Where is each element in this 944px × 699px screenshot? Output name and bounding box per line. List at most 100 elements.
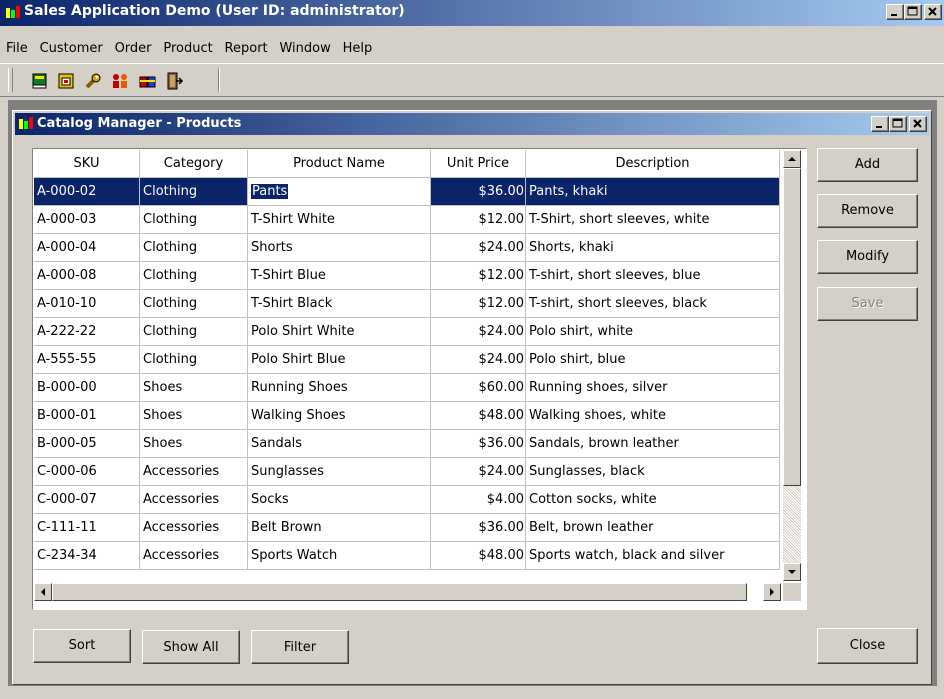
cell-product-name[interactable]: Socks [248, 486, 431, 514]
cell-unit-price[interactable]: $36.00 [431, 514, 526, 542]
cell-unit-price[interactable]: $24.00 [431, 318, 526, 346]
cell-unit-price[interactable]: $60.00 [431, 374, 526, 402]
app-titlebar[interactable]: Sales Application Demo (User ID: adminis… [0, 0, 944, 26]
scroll-left-button[interactable] [34, 583, 52, 601]
add-button[interactable]: Add [817, 148, 918, 182]
book-icon[interactable] [30, 71, 50, 91]
table-row[interactable]: C-234-34 Accessories Sports Watch $48.00 Spo… [34, 542, 780, 570]
cell-unit-price[interactable]: $12.00 [431, 206, 526, 234]
menu-window[interactable]: Window [275, 38, 334, 60]
table-row[interactable]: B-000-05 Shoes Sandals $36.00 Sandals, brown… [34, 430, 780, 458]
header-description[interactable]: Description [526, 150, 780, 178]
cell-unit-price[interactable]: $12.00 [431, 262, 526, 290]
scroll-up-button[interactable] [783, 150, 801, 168]
cell-product-name[interactable]: Shorts [248, 234, 431, 262]
cell-product-name[interactable]: Pants [248, 178, 431, 206]
table-row[interactable]: B-000-00 Shoes Running Shoes $60.00 Running … [34, 374, 780, 402]
cell-product-name[interactable]: Belt Brown [248, 514, 431, 542]
menu-product[interactable]: Product [159, 38, 216, 60]
menu-order[interactable]: Order [111, 38, 156, 60]
cell-unit-price[interactable]: $24.00 [431, 234, 526, 262]
cell-sku[interactable]: C-111-11 [34, 514, 140, 542]
menu-customer[interactable]: Customer [36, 38, 107, 60]
cell-unit-price[interactable]: $24.00 [431, 458, 526, 486]
cell-product-name[interactable]: T-Shirt Black [248, 290, 431, 318]
cell-description[interactable]: Running shoes, silver [526, 374, 780, 402]
cell-sku[interactable]: C-000-07 [34, 486, 140, 514]
cell-description[interactable]: Sandals, brown leather [526, 430, 780, 458]
cell-product-name[interactable]: T-Shirt White [248, 206, 431, 234]
cell-category[interactable]: Accessories [140, 542, 248, 570]
cell-category[interactable]: Accessories [140, 514, 248, 542]
table-row[interactable]: C-111-11 Accessories Belt Brown $36.00 Belt,… [34, 514, 780, 542]
header-unit-price[interactable]: Unit Price [431, 150, 526, 178]
close-window-button[interactable]: Close [817, 628, 918, 664]
horizontal-scrollbar[interactable] [34, 583, 781, 601]
cell-description[interactable]: Sports watch, black and silver [526, 542, 780, 570]
table-row[interactable]: B-000-01 Shoes Walking Shoes $48.00 Walking … [34, 402, 780, 430]
calendar-icon[interactable] [56, 71, 76, 91]
header-category[interactable]: Category [140, 150, 248, 178]
cell-unit-price[interactable]: $4.00 [431, 486, 526, 514]
cell-description[interactable]: Walking shoes, white [526, 402, 780, 430]
cell-unit-price[interactable]: $36.00 [431, 430, 526, 458]
cell-category[interactable]: Clothing [140, 234, 248, 262]
cell-category[interactable]: Accessories [140, 458, 248, 486]
menu-report[interactable]: Report [221, 38, 272, 60]
cell-sku[interactable]: C-000-06 [34, 458, 140, 486]
cell-sku[interactable]: A-010-10 [34, 290, 140, 318]
table-row[interactable]: A-555-55 Clothing Polo Shirt Blue $24.00 Pol… [34, 346, 780, 374]
table-row[interactable]: C-000-06 Accessories Sunglasses $24.00 Sungl… [34, 458, 780, 486]
gift-icon[interactable] [138, 71, 158, 91]
cell-category[interactable]: Shoes [140, 374, 248, 402]
cell-product-name[interactable]: Polo Shirt Blue [248, 346, 431, 374]
close-button[interactable] [924, 4, 942, 20]
cell-category[interactable]: Clothing [140, 346, 248, 374]
edit-field-selected-text[interactable]: Pants [251, 184, 289, 199]
cell-unit-price[interactable]: $36.00 [431, 178, 526, 206]
cell-sku[interactable]: B-000-00 [34, 374, 140, 402]
remove-button[interactable]: Remove [817, 194, 918, 228]
cell-description[interactable]: Shorts, khaki [526, 234, 780, 262]
table-row[interactable]: A-000-03 Clothing T-Shirt White $12.00 T-Shi… [34, 206, 780, 234]
cell-description[interactable]: T-Shirt, short sleeves, white [526, 206, 780, 234]
cell-sku[interactable]: A-555-55 [34, 346, 140, 374]
cell-category[interactable]: Clothing [140, 318, 248, 346]
cell-description[interactable]: T-shirt, short sleeves, black [526, 290, 780, 318]
save-button[interactable]: Save [817, 287, 918, 321]
table-row[interactable]: A-000-08 Clothing T-Shirt Blue $12.00 T-shir… [34, 262, 780, 290]
vertical-scrollbar[interactable] [783, 150, 801, 581]
scroll-right-button[interactable] [763, 583, 781, 601]
table-row[interactable]: A-222-22 Clothing Polo Shirt White $24.00 Po… [34, 318, 780, 346]
cell-unit-price[interactable]: $12.00 [431, 290, 526, 318]
cell-description[interactable]: Sunglasses, black [526, 458, 780, 486]
products-grid[interactable]: SKU Category Product Name Unit Price Des… [32, 148, 807, 610]
child-minimize-button[interactable] [871, 116, 889, 132]
cell-product-name[interactable]: Sunglasses [248, 458, 431, 486]
cell-product-name[interactable]: Sandals [248, 430, 431, 458]
people-icon[interactable] [110, 71, 130, 91]
cell-description[interactable]: Belt, brown leather [526, 514, 780, 542]
minimize-button[interactable] [886, 4, 904, 20]
cell-unit-price[interactable]: $48.00 [431, 542, 526, 570]
child-titlebar[interactable]: Catalog Manager - Products [15, 113, 929, 135]
cell-category[interactable]: Clothing [140, 262, 248, 290]
cell-description[interactable]: T-shirt, short sleeves, blue [526, 262, 780, 290]
cell-description[interactable]: Polo shirt, blue [526, 346, 780, 374]
cell-sku[interactable]: A-000-03 [34, 206, 140, 234]
cell-sku[interactable]: B-000-05 [34, 430, 140, 458]
exit-door-icon[interactable] [164, 71, 184, 91]
cell-sku[interactable]: B-000-01 [34, 402, 140, 430]
filter-button[interactable]: Filter [251, 630, 349, 664]
horizontal-scroll-thumb[interactable] [52, 583, 747, 601]
cell-category[interactable]: Shoes [140, 402, 248, 430]
scroll-down-button[interactable] [783, 563, 801, 581]
table-row[interactable]: C-000-07 Accessories Socks $4.00 Cotton sock… [34, 486, 780, 514]
child-maximize-button[interactable] [889, 116, 907, 132]
wrench-icon[interactable] [84, 71, 104, 91]
cell-product-name[interactable]: Polo Shirt White [248, 318, 431, 346]
table-row[interactable]: A-000-02 Clothing Pants $36.00 Pants, khaki [34, 178, 780, 206]
header-product-name[interactable]: Product Name [248, 150, 431, 178]
menu-file[interactable]: File [0, 38, 32, 60]
cell-description[interactable]: Pants, khaki [526, 178, 780, 206]
